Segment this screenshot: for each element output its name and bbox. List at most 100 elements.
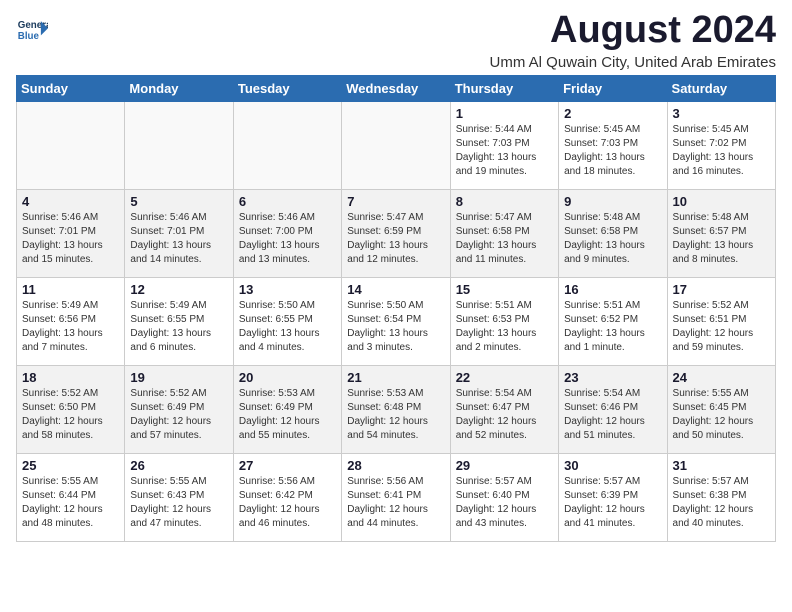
- day-number: 23: [564, 370, 661, 385]
- calendar-cell: 4 Sunrise: 5:46 AM Sunset: 7:01 PM Daylig…: [17, 189, 125, 277]
- day-number: 6: [239, 194, 336, 209]
- day-info: Sunrise: 5:55 AM Sunset: 6:44 PM Dayligh…: [22, 475, 119, 531]
- day-info: Sunrise: 5:46 AM Sunset: 7:00 PM Dayligh…: [239, 211, 336, 267]
- day-number: 31: [673, 458, 770, 473]
- weekday-header-wednesday: Wednesday: [342, 75, 450, 101]
- calendar-cell: 17 Sunrise: 5:52 AM Sunset: 6:51 PM Dayli…: [667, 277, 775, 365]
- day-number: 10: [673, 194, 770, 209]
- calendar-week-row: 11Sunrise: 5:49 AM Sunset: 6:56 PM Dayli…: [17, 277, 776, 365]
- day-info: Sunrise: 5:47 AM Sunset: 6:59 PM Dayligh…: [347, 211, 444, 267]
- calendar-cell: 31 Sunrise: 5:57 AM Sunset: 6:38 PM Dayli…: [667, 453, 775, 541]
- day-info: Sunrise: 5:48 AM Sunset: 6:57 PM Dayligh…: [673, 211, 770, 267]
- day-info: Sunrise: 5:49 AM Sunset: 6:55 PM Dayligh…: [130, 299, 227, 355]
- calendar-cell: 28 Sunrise: 5:56 AM Sunset: 6:41 PM Dayli…: [342, 453, 450, 541]
- calendar-body: 1 Sunrise: 5:44 AM Sunset: 7:03 PM Daylig…: [17, 101, 776, 541]
- calendar-cell: [125, 101, 233, 189]
- day-info: Sunrise: 5:57 AM Sunset: 6:39 PM Dayligh…: [564, 475, 661, 531]
- calendar-cell: 26 Sunrise: 5:55 AM Sunset: 6:43 PM Dayli…: [125, 453, 233, 541]
- day-number: 13: [239, 282, 336, 297]
- day-info: Sunrise: 5:56 AM Sunset: 6:42 PM Dayligh…: [239, 475, 336, 531]
- day-number: 12: [130, 282, 227, 297]
- day-info: Sunrise: 5:50 AM Sunset: 6:55 PM Dayligh…: [239, 299, 336, 355]
- day-number: 20: [239, 370, 336, 385]
- day-info: Sunrise: 5:47 AM Sunset: 6:58 PM Dayligh…: [456, 211, 553, 267]
- day-info: Sunrise: 5:56 AM Sunset: 6:41 PM Dayligh…: [347, 475, 444, 531]
- calendar-cell: [342, 101, 450, 189]
- day-number: 29: [456, 458, 553, 473]
- day-info: Sunrise: 5:52 AM Sunset: 6:50 PM Dayligh…: [22, 387, 119, 443]
- day-number: 17: [673, 282, 770, 297]
- calendar-cell: 8Sunrise: 5:47 AM Sunset: 6:58 PM Daylig…: [450, 189, 558, 277]
- day-number: 4: [22, 194, 119, 209]
- calendar-cell: 30Sunrise: 5:57 AM Sunset: 6:39 PM Dayli…: [559, 453, 667, 541]
- calendar-week-row: 18 Sunrise: 5:52 AM Sunset: 6:50 PM Dayli…: [17, 365, 776, 453]
- day-info: Sunrise: 5:45 AM Sunset: 7:03 PM Dayligh…: [564, 123, 661, 179]
- calendar-cell: [17, 101, 125, 189]
- calendar-cell: 10 Sunrise: 5:48 AM Sunset: 6:57 PM Dayli…: [667, 189, 775, 277]
- calendar-cell: 29Sunrise: 5:57 AM Sunset: 6:40 PM Dayli…: [450, 453, 558, 541]
- day-info: Sunrise: 5:52 AM Sunset: 6:51 PM Dayligh…: [673, 299, 770, 355]
- day-info: Sunrise: 5:44 AM Sunset: 7:03 PM Dayligh…: [456, 123, 553, 179]
- day-info: Sunrise: 5:55 AM Sunset: 6:45 PM Dayligh…: [673, 387, 770, 443]
- weekday-header-thursday: Thursday: [450, 75, 558, 101]
- day-info: Sunrise: 5:46 AM Sunset: 7:01 PM Dayligh…: [130, 211, 227, 267]
- calendar-cell: 11Sunrise: 5:49 AM Sunset: 6:56 PM Dayli…: [17, 277, 125, 365]
- calendar-cell: 7Sunrise: 5:47 AM Sunset: 6:59 PM Daylig…: [342, 189, 450, 277]
- day-info: Sunrise: 5:54 AM Sunset: 6:47 PM Dayligh…: [456, 387, 553, 443]
- calendar-cell: 22 Sunrise: 5:54 AM Sunset: 6:47 PM Dayli…: [450, 365, 558, 453]
- weekday-header-saturday: Saturday: [667, 75, 775, 101]
- day-number: 21: [347, 370, 444, 385]
- weekday-header-friday: Friday: [559, 75, 667, 101]
- day-info: Sunrise: 5:51 AM Sunset: 6:52 PM Dayligh…: [564, 299, 661, 355]
- calendar-cell: 2Sunrise: 5:45 AM Sunset: 7:03 PM Daylig…: [559, 101, 667, 189]
- day-number: 3: [673, 106, 770, 121]
- day-number: 25: [22, 458, 119, 473]
- day-number: 9: [564, 194, 661, 209]
- calendar-cell: 14Sunrise: 5:50 AM Sunset: 6:54 PM Dayli…: [342, 277, 450, 365]
- day-info: Sunrise: 5:45 AM Sunset: 7:02 PM Dayligh…: [673, 123, 770, 179]
- calendar-cell: 12 Sunrise: 5:49 AM Sunset: 6:55 PM Dayli…: [125, 277, 233, 365]
- calendar-cell: 25 Sunrise: 5:55 AM Sunset: 6:44 PM Dayli…: [17, 453, 125, 541]
- calendar-cell: 21Sunrise: 5:53 AM Sunset: 6:48 PM Dayli…: [342, 365, 450, 453]
- day-number: 19: [130, 370, 227, 385]
- logo-icon: General Blue: [16, 14, 48, 46]
- weekday-header-tuesday: Tuesday: [233, 75, 341, 101]
- day-info: Sunrise: 5:52 AM Sunset: 6:49 PM Dayligh…: [130, 387, 227, 443]
- day-info: Sunrise: 5:57 AM Sunset: 6:38 PM Dayligh…: [673, 475, 770, 531]
- calendar-week-row: 1 Sunrise: 5:44 AM Sunset: 7:03 PM Daylig…: [17, 101, 776, 189]
- day-info: Sunrise: 5:53 AM Sunset: 6:49 PM Dayligh…: [239, 387, 336, 443]
- calendar-cell: 6 Sunrise: 5:46 AM Sunset: 7:00 PM Daylig…: [233, 189, 341, 277]
- calendar-week-row: 25 Sunrise: 5:55 AM Sunset: 6:44 PM Dayli…: [17, 453, 776, 541]
- calendar-cell: 1 Sunrise: 5:44 AM Sunset: 7:03 PM Daylig…: [450, 101, 558, 189]
- calendar-cell: [233, 101, 341, 189]
- calendar-cell: 20 Sunrise: 5:53 AM Sunset: 6:49 PM Dayli…: [233, 365, 341, 453]
- calendar-cell: 18 Sunrise: 5:52 AM Sunset: 6:50 PM Dayli…: [17, 365, 125, 453]
- page-header: General Blue August 2024 Umm Al Quwain C…: [16, 10, 776, 71]
- calendar-header: SundayMondayTuesdayWednesdayThursdayFrid…: [17, 75, 776, 101]
- day-info: Sunrise: 5:54 AM Sunset: 6:46 PM Dayligh…: [564, 387, 661, 443]
- day-number: 1: [456, 106, 553, 121]
- calendar-cell: 24Sunrise: 5:55 AM Sunset: 6:45 PM Dayli…: [667, 365, 775, 453]
- day-number: 18: [22, 370, 119, 385]
- day-number: 26: [130, 458, 227, 473]
- day-number: 22: [456, 370, 553, 385]
- calendar-table: SundayMondayTuesdayWednesdayThursdayFrid…: [16, 75, 776, 542]
- logo: General Blue: [16, 10, 48, 46]
- day-number: 15: [456, 282, 553, 297]
- calendar-cell: 9 Sunrise: 5:48 AM Sunset: 6:58 PM Daylig…: [559, 189, 667, 277]
- day-number: 14: [347, 282, 444, 297]
- day-info: Sunrise: 5:46 AM Sunset: 7:01 PM Dayligh…: [22, 211, 119, 267]
- calendar-week-row: 4 Sunrise: 5:46 AM Sunset: 7:01 PM Daylig…: [17, 189, 776, 277]
- day-number: 27: [239, 458, 336, 473]
- day-number: 28: [347, 458, 444, 473]
- calendar-cell: 27 Sunrise: 5:56 AM Sunset: 6:42 PM Dayli…: [233, 453, 341, 541]
- day-info: Sunrise: 5:55 AM Sunset: 6:43 PM Dayligh…: [130, 475, 227, 531]
- weekday-header-sunday: Sunday: [17, 75, 125, 101]
- location-subtitle: Umm Al Quwain City, United Arab Emirates: [490, 54, 776, 71]
- calendar-cell: 5 Sunrise: 5:46 AM Sunset: 7:01 PM Daylig…: [125, 189, 233, 277]
- calendar-cell: 23 Sunrise: 5:54 AM Sunset: 6:46 PM Dayli…: [559, 365, 667, 453]
- day-number: 16: [564, 282, 661, 297]
- month-year-title: August 2024: [490, 10, 776, 52]
- day-number: 5: [130, 194, 227, 209]
- day-info: Sunrise: 5:48 AM Sunset: 6:58 PM Dayligh…: [564, 211, 661, 267]
